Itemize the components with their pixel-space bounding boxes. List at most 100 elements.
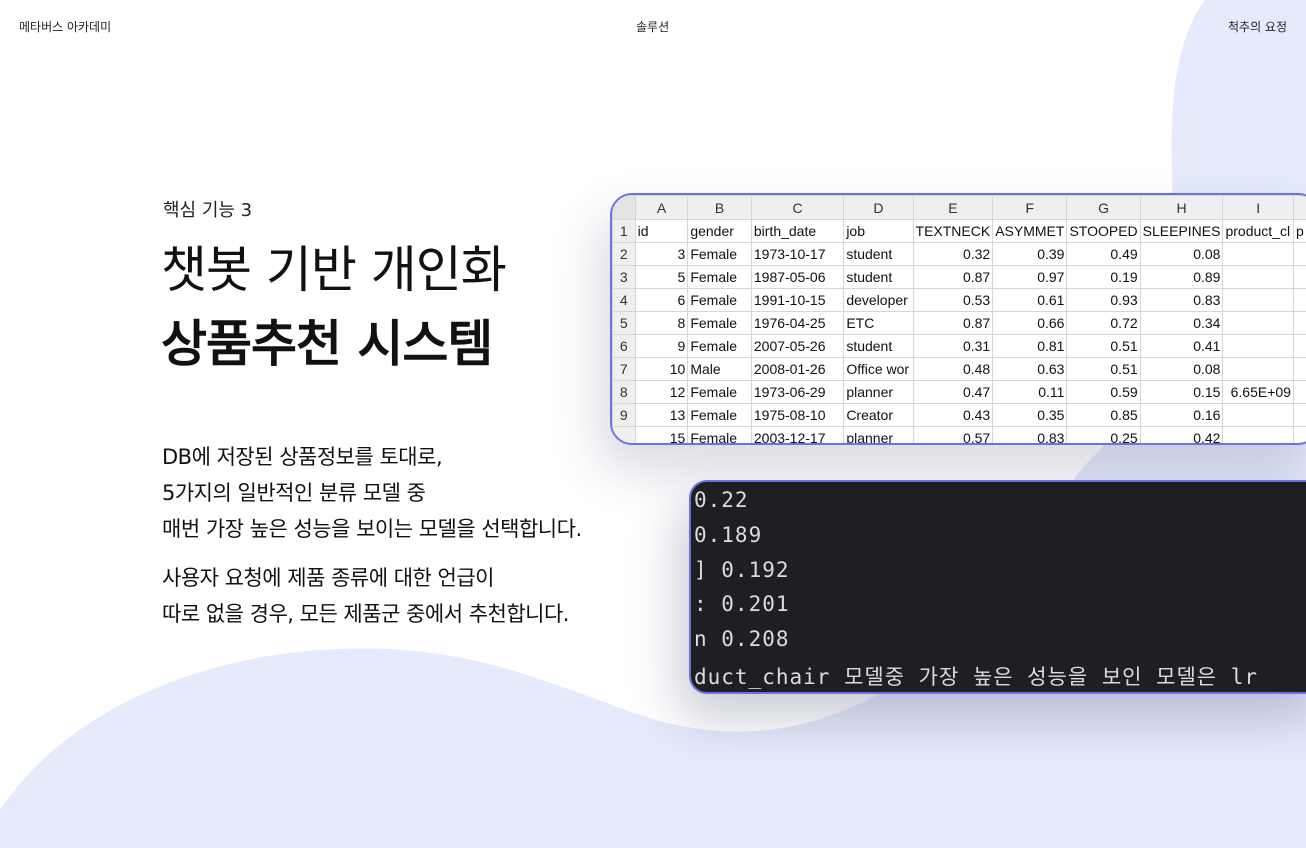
header-cell: SLEEPINES: [1139, 219, 1224, 243]
table-cell: 0.35: [992, 403, 1068, 427]
table-cell: 0.53: [912, 288, 994, 312]
table-cell: developer: [843, 288, 914, 312]
spreadsheet-screenshot: A B C D E F G H I 1 id gender birth_date…: [610, 193, 1306, 445]
table-cell: 0.47: [912, 380, 994, 404]
table-cell: 0.83: [992, 426, 1068, 443]
table-cell: 0.57: [912, 426, 994, 443]
table-cell: [1222, 357, 1294, 381]
table-cell: Female: [687, 334, 752, 358]
table-row: 6 9 Female 2007-05-26 student 0.31 0.81 0.51 0.4…: [612, 334, 1306, 358]
terminal-line: duct_chair 모델중 가장 높은 성능을 보인 모델은 lr: [694, 665, 1259, 689]
row-number: 6: [612, 334, 636, 358]
table-cell: 0.34: [1139, 311, 1224, 335]
table-cell: 0.48: [912, 357, 994, 381]
table-cell: 8: [634, 311, 689, 335]
nav-academy-link[interactable]: 메타버스 아카데미: [19, 18, 111, 35]
table-row: 4 6 Female 1991-10-15 developer 0.53 0.61 0.93 0…: [612, 288, 1306, 312]
table-cell: Male: [687, 357, 752, 381]
nav-team-link[interactable]: 척추의 요정: [1228, 18, 1287, 35]
table-row: 5 8 Female 1976-04-25 ETC 0.87 0.66 0.72 0.34: [612, 311, 1306, 335]
spreadsheet-body: 2 3 Female 1973-10-17 student 0.32 0.39 0.49 0.0…: [612, 242, 1306, 443]
table-cell: 0.97: [992, 265, 1068, 289]
table-row: 2 3 Female 1973-10-17 student 0.32 0.39 0.49 0.0…: [612, 242, 1306, 266]
row-number: 2: [612, 242, 636, 266]
table-cell: 13: [634, 403, 689, 427]
table-cell: 1976-04-25: [750, 311, 845, 335]
table-cell: [1222, 334, 1294, 358]
table-cell: 2003-12-17: [750, 426, 845, 443]
table-cell: 10: [634, 357, 689, 381]
table-cell: [1292, 242, 1306, 266]
table-cell: 0.49: [1066, 242, 1141, 266]
description-paragraph-1: DB에 저장된 상품정보를 토대로, 5가지의 일반적인 분류 모델 중 매번 …: [162, 439, 582, 547]
table-cell: 2007-05-26: [750, 334, 845, 358]
feature-label: 핵심 기능 3: [163, 200, 253, 221]
table-cell: 0.51: [1066, 357, 1141, 381]
table-cell: [1222, 426, 1294, 443]
table-cell: Female: [687, 242, 752, 266]
header-row: 1 id gender birth_date job TEXTNECK ASYM…: [612, 219, 1306, 243]
table-cell: 0.32: [912, 242, 994, 266]
table-cell: 0.63: [992, 357, 1068, 381]
terminal-line: n 0.208: [694, 627, 790, 651]
description-paragraph-2: 사용자 요청에 제품 종류에 대한 언급이 따로 없을 경우, 모든 제품군 중…: [162, 560, 569, 632]
header-cell: id: [634, 219, 689, 243]
table-cell: Female: [687, 426, 752, 443]
header-cell: job: [843, 219, 914, 243]
header-cell: p: [1292, 219, 1306, 243]
table-cell: [1292, 403, 1306, 427]
table-cell: Creator: [843, 403, 914, 427]
description-line: 매번 가장 높은 성능을 보이는 모델을 선택합니다.: [162, 517, 582, 541]
column-letter: A: [634, 195, 689, 220]
table-cell: Female: [687, 288, 752, 312]
table-cell: 0.59: [1066, 380, 1141, 404]
table-cell: [1222, 265, 1294, 289]
table-cell: [1292, 288, 1306, 312]
description-line: 5가지의 일반적인 분류 모델 중: [162, 481, 426, 505]
header-cell: gender: [687, 219, 752, 243]
table-cell: Office wor: [843, 357, 914, 381]
table-cell: 0.93: [1066, 288, 1141, 312]
column-letter: E: [912, 195, 994, 220]
terminal-line: ] 0.192: [694, 558, 790, 582]
description-line: DB에 저장된 상품정보를 토대로,: [162, 445, 443, 469]
table-cell: 9: [634, 334, 689, 358]
column-letter: F: [992, 195, 1068, 220]
header-cell: product_cl: [1222, 219, 1294, 243]
table-cell: 1991-10-15: [750, 288, 845, 312]
table-cell: 0.19: [1066, 265, 1141, 289]
table-row: 9 13 Female 1975-08-10 Creator 0.43 0.35 0.85 0.…: [612, 403, 1306, 427]
table-cell: 3: [634, 242, 689, 266]
row-number: 1: [612, 219, 636, 243]
table-cell: planner: [843, 380, 914, 404]
row-number: 9: [612, 403, 636, 427]
column-letter: H: [1139, 195, 1224, 220]
table-cell: 0.08: [1139, 242, 1224, 266]
table-cell: 0.72: [1066, 311, 1141, 335]
table-cell: student: [843, 265, 914, 289]
column-letter: D: [843, 195, 914, 220]
spreadsheet-table: A B C D E F G H I 1 id gender birth_date…: [612, 195, 1306, 443]
table-row: 7 10 Male 2008-01-26 Office wor 0.48 0.63 0.51 0…: [612, 357, 1306, 381]
terminal-line: : 0.201: [694, 592, 790, 616]
table-cell: [1292, 311, 1306, 335]
table-cell: Female: [687, 403, 752, 427]
row-number: 7: [612, 357, 636, 381]
page-title-line2: 상품추천 시스템: [161, 315, 493, 373]
table-cell: 1975-08-10: [750, 403, 845, 427]
header-cell: TEXTNECK: [912, 219, 994, 243]
nav-solution-link[interactable]: 솔루션: [636, 18, 669, 35]
table-row: 8 12 Female 1973-06-29 planner 0.47 0.11 0.59 0.…: [612, 380, 1306, 404]
table-row: 15 Female 2003-12-17 planner 0.57 0.83 0.25 0.4…: [612, 426, 1306, 443]
table-cell: 0.66: [992, 311, 1068, 335]
table-cell: [1292, 426, 1306, 443]
table-cell: [1292, 265, 1306, 289]
table-cell: Female: [687, 265, 752, 289]
table-cell: Female: [687, 311, 752, 335]
table-cell: 0.31: [912, 334, 994, 358]
table-cell: [1292, 380, 1306, 404]
table-cell: 0.89: [1139, 265, 1224, 289]
table-cell: [1222, 311, 1294, 335]
table-cell: 1973-06-29: [750, 380, 845, 404]
table-cell: 0.15: [1139, 380, 1224, 404]
